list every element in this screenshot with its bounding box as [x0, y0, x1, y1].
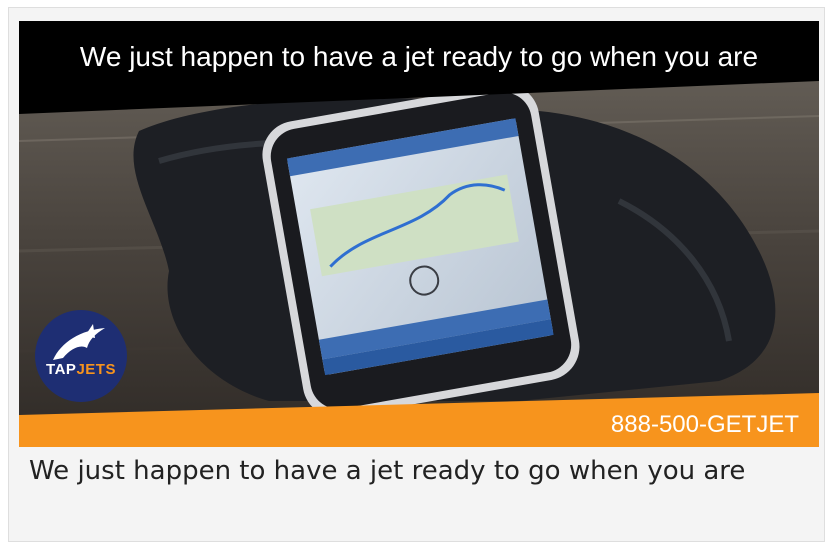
post-card: We just happen to have a jet ready to go… — [8, 7, 825, 542]
dolphin-jet-icon — [35, 310, 127, 402]
logo-wordmark-accent: JETS — [76, 361, 116, 378]
tapjets-logo: TAPJETS — [33, 308, 129, 404]
logo-wordmark-main: TAP — [46, 361, 77, 378]
phone-number[interactable]: 888-500-GETJET — [611, 410, 799, 440]
banner-headline: We just happen to have a jet ready to go… — [79, 41, 759, 72]
banner-photo — [19, 21, 819, 447]
ad-banner[interactable]: We just happen to have a jet ready to go… — [19, 21, 819, 447]
logo-wordmark: TAPJETS — [33, 361, 129, 378]
post-caption: We just happen to have a jet ready to go… — [29, 456, 746, 486]
